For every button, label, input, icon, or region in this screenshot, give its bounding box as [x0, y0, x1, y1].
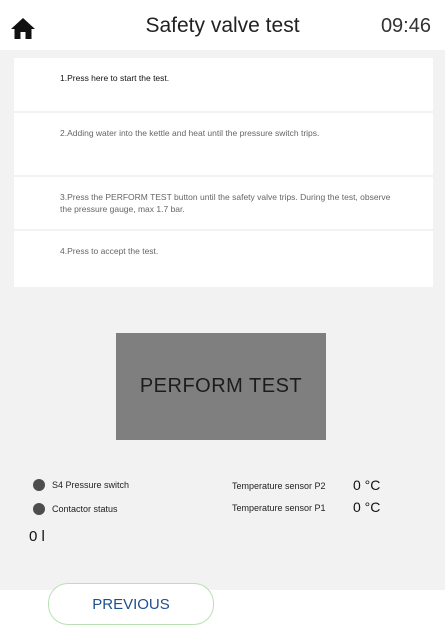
level-readout: 0 l — [29, 528, 45, 545]
sensor-p2-value: 0 °C — [353, 477, 381, 493]
page-title: Safety valve test — [145, 14, 300, 37]
step-2-text: 2.Adding water into the kettle and heat … — [60, 128, 320, 138]
step-4-text: 4.Press to accept the test. — [60, 246, 159, 256]
step-4-accept[interactable]: 4.Press to accept the test. — [14, 231, 433, 287]
step-1-text: 1.Press here to start the test. — [60, 73, 170, 83]
step-2-heat: 2.Adding water into the kettle and heat … — [14, 113, 433, 175]
pressure-switch-label: S4 Pressure switch — [52, 480, 130, 490]
clock: 09:46 — [380, 15, 431, 37]
step-3-text: 3.Press the PERFORM TEST button until th… — [60, 192, 391, 214]
previous-button[interactable]: PREVIOUS — [48, 583, 214, 625]
perform-test-button[interactable]: PERFORM TEST — [116, 333, 326, 440]
sensor-p1-value: 0 °C — [353, 499, 381, 515]
step-3-perform: 3.Press the PERFORM TEST button until th… — [14, 177, 433, 229]
sensor-p1-label: Temperature sensor P1 — [232, 503, 326, 513]
contactor-status-label: Contactor status — [52, 504, 118, 514]
contactor-status-indicator — [33, 503, 45, 515]
pressure-switch-indicator — [33, 479, 45, 491]
step-1-start[interactable]: 1.Press here to start the test. — [14, 58, 433, 111]
sensor-p2-label: Temperature sensor P2 — [232, 481, 326, 491]
